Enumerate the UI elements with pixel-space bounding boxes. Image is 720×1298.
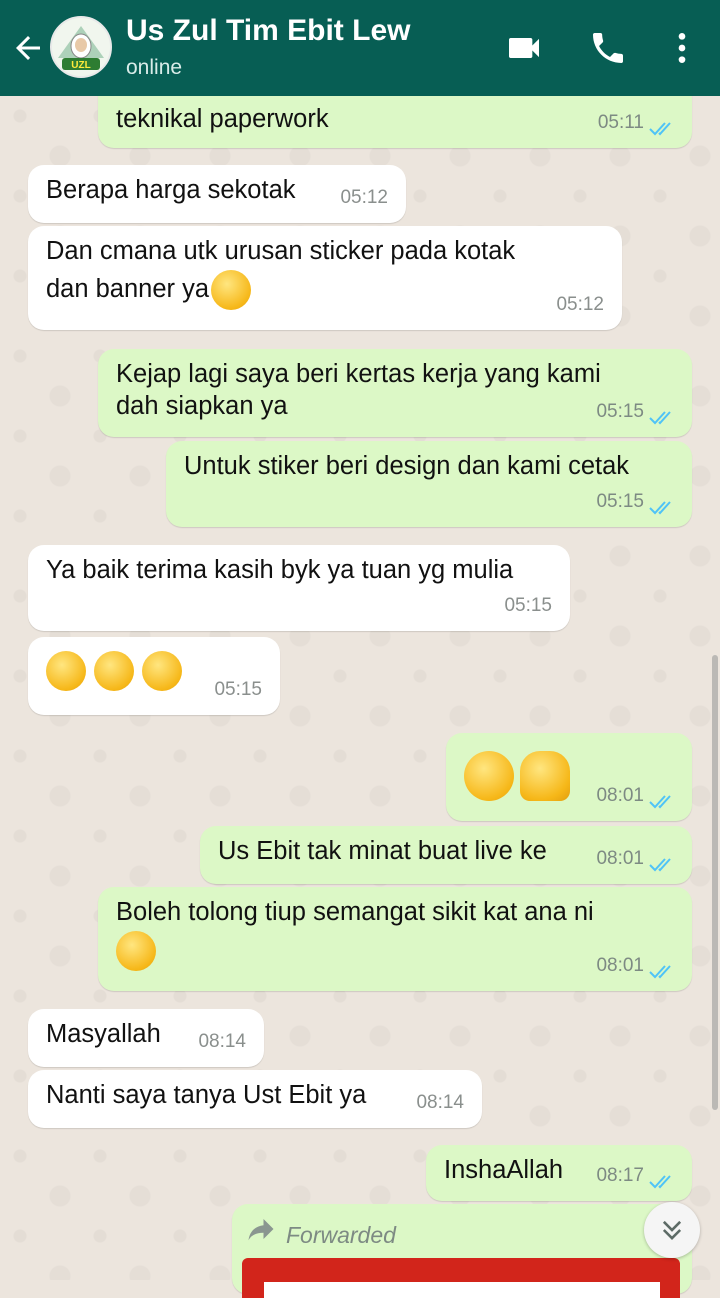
scroll-to-bottom-button[interactable] — [644, 1202, 700, 1258]
message-time: 05:15 — [596, 401, 644, 422]
grinning-face-emoji-icon — [116, 931, 156, 972]
message-time: 05:12 — [556, 294, 604, 315]
message-time: 08:17 — [596, 1165, 644, 1186]
contact-status: online — [126, 56, 183, 79]
avatar-image: UZL — [52, 18, 110, 76]
message-text: Boleh tolong tiup semangat sikit kat ana… — [116, 898, 594, 926]
smiling-face-emoji-icon — [211, 270, 252, 311]
scrollbar[interactable] — [712, 655, 718, 1110]
read-receipt-icon — [649, 1175, 671, 1189]
grinning-face-emoji-icon — [464, 751, 514, 801]
message-incoming[interactable]: Nanti saya tanya Ust Ebit ya 08:14 — [28, 1070, 482, 1128]
message-text: Nanti saya tanya Ust Ebit ya — [46, 1081, 367, 1109]
more-options-icon[interactable] — [662, 28, 702, 68]
back-arrow-icon[interactable] — [10, 30, 46, 66]
message-time: 08:14 — [198, 1031, 246, 1052]
phone-icon[interactable] — [588, 28, 628, 68]
read-receipt-icon — [649, 122, 671, 136]
message-time: 08:14 — [416, 1092, 464, 1113]
read-receipt-icon — [649, 411, 671, 425]
avatar[interactable]: UZL — [50, 16, 112, 78]
message-text: teknikal paperwork — [116, 105, 329, 133]
chat-header: UZL Us Zul Tim Ebit Lew online — [0, 0, 720, 96]
message-incoming[interactable]: Ya baik terima kasih byk ya tuan yg muli… — [28, 545, 570, 631]
message-incoming[interactable]: Berapa harga sekotak 05:12 — [28, 165, 406, 223]
message-incoming[interactable]: Dan cmana utk urusan sticker pada kotak … — [28, 226, 622, 330]
read-receipt-icon — [649, 501, 671, 515]
read-receipt-icon — [649, 965, 671, 979]
message-time: 08:01 — [596, 848, 644, 869]
avatar-logo-text: UZL — [71, 60, 90, 71]
forwarded-media-preview[interactable] — [242, 1258, 680, 1298]
message-text: Berapa harga sekotak — [46, 176, 296, 204]
message-text: dan banner ya — [46, 275, 210, 303]
double-chevron-down-icon — [662, 1220, 682, 1240]
message-text-line: dan banner ya — [46, 270, 604, 311]
message-time: 05:11 — [597, 112, 644, 133]
message-outgoing[interactable]: 08:01 — [446, 733, 692, 821]
message-text: Untuk stiker beri design dan kami cetak — [184, 452, 630, 480]
message-outgoing[interactable]: Boleh tolong tiup semangat sikit kat ana… — [98, 887, 692, 991]
message-outgoing[interactable]: Untuk stiker beri design dan kami cetak … — [166, 441, 692, 527]
message-forwarded[interactable]: Forwarded — [232, 1204, 692, 1298]
raising-hands-emoji-icon — [520, 751, 570, 801]
smiling-face-emoji-icon — [94, 651, 134, 692]
smiling-face-emoji-icon — [142, 651, 182, 692]
message-outgoing[interactable]: Us Ebit tak minat buat live ke 08:01 — [200, 826, 692, 884]
message-incoming[interactable]: Masyallah 08:14 — [28, 1009, 264, 1067]
message-outgoing[interactable]: InshaAllah 08:17 — [426, 1145, 692, 1201]
forwarded-label: Forwarded — [286, 1222, 396, 1248]
emoji-row — [116, 931, 674, 972]
message-time: 08:01 — [596, 955, 644, 976]
message-text-line: Dan cmana utk urusan sticker pada kotak — [46, 237, 516, 265]
message-outgoing[interactable]: Kejap lagi saya beri kertas kerja yang k… — [98, 349, 692, 437]
message-time: 05:15 — [596, 491, 644, 512]
smiling-face-emoji-icon — [46, 651, 86, 692]
contact-name[interactable]: Us Zul Tim Ebit Lew — [126, 14, 410, 48]
message-time: 05:12 — [340, 187, 388, 208]
forward-arrow-icon — [248, 1219, 274, 1241]
message-incoming[interactable]: 05:15 — [28, 637, 280, 715]
read-receipt-icon — [649, 795, 671, 809]
message-text: Ya baik terima kasih byk ya tuan yg muli… — [46, 556, 514, 584]
message-time: 05:15 — [214, 679, 262, 700]
read-receipt-icon — [649, 858, 671, 872]
video-call-icon[interactable] — [504, 28, 544, 68]
message-time: 08:01 — [596, 785, 644, 806]
message-time: 05:15 — [504, 595, 552, 616]
